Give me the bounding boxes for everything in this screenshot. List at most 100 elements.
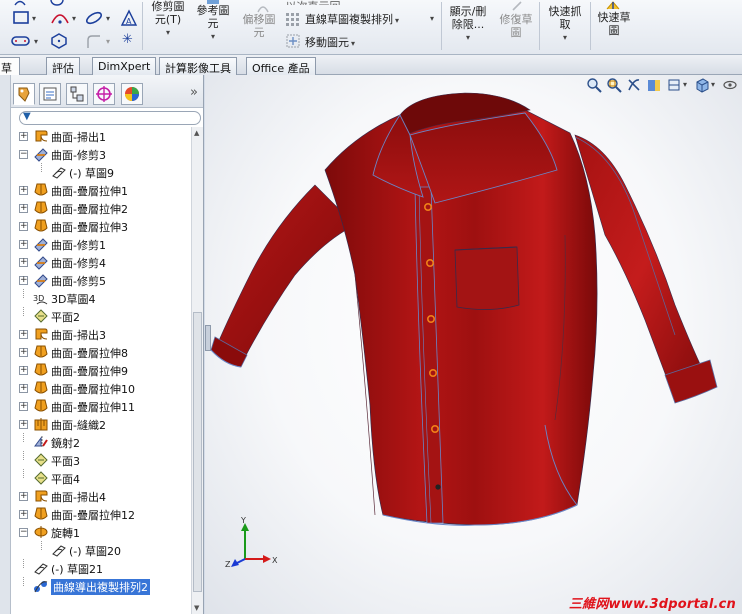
expand-icon[interactable]: + — [19, 204, 28, 213]
expand-icon[interactable]: + — [19, 384, 28, 393]
expand-icon[interactable]: + — [19, 222, 28, 231]
rectangle-dropdown-icon[interactable]: ▾ — [32, 14, 36, 23]
tree-filter-input[interactable]: ▼ — [19, 111, 201, 125]
feature-tree-item[interactable]: + 曲面-疊層拉伸3 — [11, 217, 191, 235]
tab-property-manager[interactable] — [39, 83, 61, 105]
trim-entities-button[interactable]: ✂ 修剪圖 元(T) ▾ — [147, 0, 189, 39]
display-delete-dropdown-icon: ▾ — [465, 33, 470, 42]
convert-entities-button[interactable]: 參考圖 元 ▾ — [193, 4, 233, 43]
display-manager-icon — [125, 87, 139, 101]
text-tool-icon[interactable]: A — [120, 9, 138, 27]
feature-tree-item[interactable]: (-) 草圖21 — [11, 559, 191, 577]
feature-tree-item[interactable]: + 曲面-掃出3 — [11, 325, 191, 343]
revolve-icon — [33, 524, 49, 540]
feature-tree-item-label: 曲面-修剪5 — [51, 275, 106, 288]
feature-tree-item[interactable]: + 曲面-修剪5 — [11, 271, 191, 289]
spline-tool-icon[interactable] — [84, 10, 104, 26]
point-tool-icon[interactable]: ✳ — [122, 33, 133, 46]
expand-icon[interactable]: + — [19, 330, 28, 339]
tab-photoworks[interactable]: 計算影像工具 — [159, 57, 237, 75]
collapse-icon[interactable]: − — [19, 528, 28, 537]
expand-icon[interactable]: + — [19, 402, 28, 411]
tab-feature-manager[interactable] — [13, 83, 35, 105]
offset-entities-button[interactable]: 偏移圖 元 — [238, 13, 280, 39]
spline-dropdown-icon[interactable]: ▾ — [106, 14, 110, 23]
quick-snaps-button[interactable]: 快速抓 取 ▾ — [542, 5, 588, 44]
feature-tree-item[interactable]: + 曲面-疊層拉伸9 — [11, 361, 191, 379]
feature-tree-item[interactable]: 鏡射2 — [11, 433, 191, 451]
feature-tree-item[interactable]: + 曲面-修剪1 — [11, 235, 191, 253]
expand-icon[interactable]: + — [19, 420, 28, 429]
tab-sketch[interactable]: 草圖 — [0, 57, 20, 75]
scroll-down-icon[interactable]: ▼ — [194, 604, 199, 612]
expand-icon[interactable]: + — [19, 366, 28, 375]
slot-dropdown-icon[interactable]: ▾ — [34, 37, 38, 46]
move-entities-button[interactable]: 移動圖元 ▾ — [305, 36, 355, 50]
feature-tree-item[interactable]: 曲線導出複製排列2 — [11, 577, 191, 595]
feature-tree-item[interactable]: + 曲面-疊層拉伸10 — [11, 379, 191, 397]
tab-evaluate[interactable]: 評估 — [46, 57, 80, 75]
collapse-icon[interactable]: − — [19, 150, 28, 159]
rapid-sketch-button[interactable]: 快速草 圖 — [593, 11, 635, 37]
graphics-area[interactable]: ▾ ▾ Y X Z 三維网www.3dportal.cn — [205, 75, 742, 614]
expand-icon[interactable]: + — [19, 510, 28, 519]
feature-tree-item[interactable]: + 曲面-修剪4 — [11, 253, 191, 271]
quick-snap-label-line1: 快速抓 — [548, 5, 582, 18]
feature-tree-item[interactable]: 3D 3D草圖4 — [11, 289, 191, 307]
feature-tree-item[interactable]: − 旋轉1 — [11, 523, 191, 541]
feature-tree-item[interactable]: 平面3 — [11, 451, 191, 469]
expand-icon[interactable]: + — [19, 186, 28, 195]
tree-connector — [23, 469, 24, 478]
expand-icon[interactable]: + — [19, 348, 28, 357]
arc-tool-icon[interactable] — [14, 0, 26, 6]
display-delete-relations-button[interactable]: 顯示/刪 除限... ▾ — [444, 5, 492, 44]
fillet-dropdown-icon[interactable]: ▾ — [106, 37, 110, 46]
feature-tree-item[interactable]: + 曲面-疊層拉伸1 — [11, 181, 191, 199]
feature-tree-item[interactable]: − 曲面-修剪3 — [11, 145, 191, 163]
shirt-3d-model[interactable] — [205, 75, 742, 614]
pattern-more-dropdown-icon[interactable]: ▾ — [430, 14, 434, 23]
arc-dropdown-icon[interactable]: ▾ — [72, 14, 76, 23]
quick-snap-label-line2: 取 — [559, 18, 571, 31]
expand-icon[interactable]: + — [19, 492, 28, 501]
tab-dimxpert-manager[interactable] — [93, 83, 115, 105]
tab-office-products[interactable]: Office 產品 — [246, 57, 316, 75]
feature-tree-item[interactable]: (-) 草圖9 — [11, 163, 191, 181]
feature-tree-item[interactable]: + 曲面-縫織2 — [11, 415, 191, 433]
rectangle-tool-icon[interactable] — [12, 11, 30, 25]
tree-connector — [41, 541, 42, 550]
feature-manager-panel: » ▼ + 曲面-掃出1 − 曲面-修剪3 (-) 草圖9 + 曲面-疊層拉伸1 + 曲面-疊層… — [11, 75, 204, 614]
loft-icon — [33, 398, 49, 414]
centerpoint-arc-icon[interactable] — [50, 10, 70, 26]
expand-icon[interactable]: + — [19, 240, 28, 249]
expand-icon[interactable]: + — [19, 258, 28, 267]
feature-tree-item[interactable]: + 曲面-疊層拉伸8 — [11, 343, 191, 361]
offset-icon — [257, 6, 269, 13]
tree-scrollbar[interactable]: ▲ ▼ — [191, 127, 203, 614]
tab-display-manager[interactable] — [121, 83, 143, 105]
polygon-tool-icon[interactable] — [50, 32, 68, 50]
circle-tool-icon[interactable] — [50, 0, 64, 6]
feature-tree-item[interactable]: + 曲面-疊層拉伸11 — [11, 397, 191, 415]
reference-label-line2: 元 — [207, 17, 219, 30]
expand-icon[interactable]: + — [19, 132, 28, 141]
linear-sketch-pattern-button[interactable]: 直線草圖複製排列 ▾ — [305, 13, 399, 27]
feature-tree-item[interactable]: + 曲面-疊層拉伸12 — [11, 505, 191, 523]
slot-tool-icon[interactable] — [10, 34, 32, 48]
feature-tree-item[interactable]: 平面2 — [11, 307, 191, 325]
panel-expand-icon[interactable]: » — [190, 85, 198, 100]
tab-configuration-manager[interactable] — [66, 83, 88, 105]
repair-sketch-button[interactable]: 修復草 圖 — [495, 13, 537, 39]
linear-pattern-icon — [286, 13, 299, 26]
plane-icon — [33, 308, 49, 324]
fillet-tool-icon[interactable] — [84, 33, 104, 49]
feature-tree-item[interactable]: + 曲面-掃出4 — [11, 487, 191, 505]
tab-dimxpert[interactable]: DimXpert — [92, 57, 157, 75]
feature-tree-item[interactable]: + 曲面-掃出1 — [11, 127, 191, 145]
scrollbar-thumb[interactable] — [193, 312, 202, 592]
expand-icon[interactable]: + — [19, 276, 28, 285]
feature-tree-item[interactable]: (-) 草圖20 — [11, 541, 191, 559]
scroll-up-icon[interactable]: ▲ — [194, 129, 199, 137]
feature-tree-item[interactable]: 平面4 — [11, 469, 191, 487]
feature-tree-item[interactable]: + 曲面-疊層拉伸2 — [11, 199, 191, 217]
